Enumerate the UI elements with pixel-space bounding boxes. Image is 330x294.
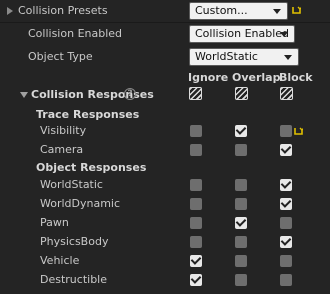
response-label: PhysicsBody: [40, 235, 109, 248]
vehicle-overlap-checkbox[interactable]: [235, 255, 247, 267]
worlddynamic-block-checkbox[interactable]: [280, 198, 292, 210]
collision-enabled-dropdown[interactable]: Collision Enabled: [189, 25, 295, 43]
physicsbody-ignore-checkbox[interactable]: [190, 236, 202, 248]
pawn-ignore-checkbox[interactable]: [190, 217, 202, 229]
collapse-arrow-icon[interactable]: [20, 92, 28, 98]
camera-ignore-checkbox[interactable]: [190, 144, 202, 156]
response-label: Destructible: [40, 273, 107, 286]
ignore-all-toggle[interactable]: [189, 87, 202, 100]
reset-to-default-icon[interactable]: [294, 127, 303, 135]
visibility-block-checkbox[interactable]: [280, 125, 292, 137]
destructible-overlap-checkbox[interactable]: [235, 274, 247, 286]
response-label: Visibility: [40, 124, 87, 137]
column-header-overlap: Overlap: [232, 71, 281, 84]
destructible-block-checkbox[interactable]: [280, 274, 292, 286]
vehicle-ignore-checkbox[interactable]: [190, 255, 202, 267]
pawn-block-checkbox[interactable]: [280, 217, 292, 229]
response-label: Vehicle: [40, 254, 80, 267]
expand-arrow-icon[interactable]: [7, 7, 13, 15]
collision-enabled-label: Collision Enabled: [28, 27, 123, 40]
worldstatic-block-checkbox[interactable]: [280, 179, 292, 191]
object-type-label: Object Type: [28, 50, 93, 63]
response-label: WorldStatic: [40, 178, 103, 191]
chevron-down-icon: [280, 32, 288, 37]
object-responses-heading: Object Responses: [36, 161, 147, 174]
collision-presets-row: Collision Presets Custom...: [0, 0, 330, 22]
column-header-block: Block: [279, 71, 313, 84]
collision-enabled-row: Collision Enabled Collision Enabled: [0, 23, 330, 45]
object-type-dropdown[interactable]: WorldStatic: [189, 48, 299, 66]
collision-presets-label: Collision Presets: [18, 4, 108, 17]
worlddynamic-ignore-checkbox[interactable]: [190, 198, 202, 210]
chevron-down-icon: [284, 55, 292, 60]
response-row-destructible: Destructible: [0, 269, 330, 291]
physicsbody-block-checkbox[interactable]: [280, 236, 292, 248]
object-type-value: WorldStatic: [195, 50, 258, 63]
reset-to-default-icon[interactable]: [292, 6, 301, 14]
visibility-ignore-checkbox[interactable]: [190, 125, 202, 137]
physicsbody-overlap-checkbox[interactable]: [235, 236, 247, 248]
worlddynamic-overlap-checkbox[interactable]: [235, 198, 247, 210]
vehicle-block-checkbox[interactable]: [280, 255, 292, 267]
destructible-ignore-checkbox[interactable]: [190, 274, 202, 286]
collision-panel: Collision Presets Custom... Collision En…: [0, 0, 330, 294]
column-header-ignore: Ignore: [188, 71, 229, 84]
collision-presets-value: Custom...: [195, 4, 248, 17]
collision-responses-row: Collision Responses ?: [0, 84, 330, 106]
help-icon[interactable]: ?: [124, 88, 136, 100]
pawn-overlap-checkbox[interactable]: [235, 217, 247, 229]
visibility-overlap-checkbox[interactable]: [235, 125, 247, 137]
worldstatic-overlap-checkbox[interactable]: [235, 179, 247, 191]
response-row-camera: Camera: [0, 139, 330, 161]
overlap-all-toggle[interactable]: [235, 87, 248, 100]
collision-enabled-value: Collision Enabled: [195, 27, 290, 40]
block-all-toggle[interactable]: [280, 87, 293, 100]
worldstatic-ignore-checkbox[interactable]: [190, 179, 202, 191]
response-label: Pawn: [40, 216, 69, 229]
response-label: WorldDynamic: [40, 197, 121, 210]
chevron-down-icon: [273, 9, 281, 14]
camera-overlap-checkbox[interactable]: [235, 144, 247, 156]
object-type-row: Object Type WorldStatic: [0, 46, 330, 68]
response-label: Camera: [40, 143, 84, 156]
camera-block-checkbox[interactable]: [280, 144, 292, 156]
collision-presets-dropdown[interactable]: Custom...: [189, 2, 288, 20]
